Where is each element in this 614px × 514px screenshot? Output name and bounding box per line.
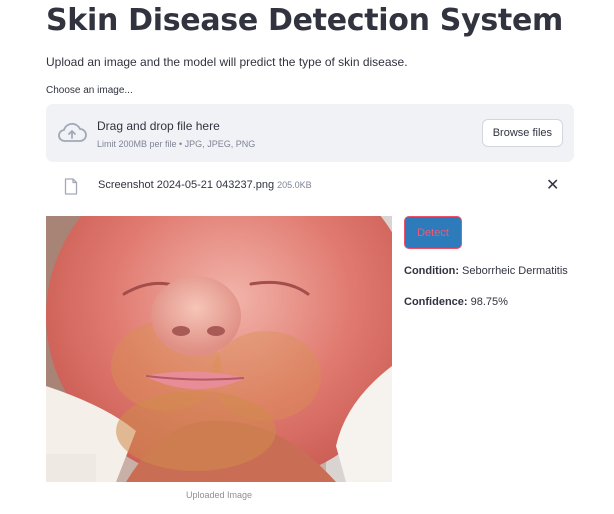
page-subtitle: Upload an image and the model will predi… xyxy=(46,55,408,69)
image-caption: Uploaded Image xyxy=(185,490,253,500)
uploader-label: Choose an image... xyxy=(46,85,133,96)
remove-file-button[interactable]: ✕ xyxy=(546,176,559,196)
browse-files-button[interactable]: Browse files xyxy=(481,119,563,147)
dropzone-title: Drag and drop file here xyxy=(97,119,220,133)
infant-face-photo xyxy=(46,216,392,482)
file-icon xyxy=(64,178,78,195)
file-name-text: Screenshot 2024-05-21 043237.png xyxy=(98,179,275,191)
confidence-value: 98.75% xyxy=(470,296,508,308)
condition-result: Condition: Seborrheic Dermatitis xyxy=(404,265,568,277)
detect-button[interactable]: Detect xyxy=(404,216,462,249)
uploaded-image xyxy=(46,216,392,482)
dropzone-limits: Limit 200MB per file • JPG, JPEG, PNG xyxy=(97,139,256,149)
cloud-upload-icon xyxy=(58,122,87,142)
uploaded-file-name: Screenshot 2024-05-21 043237.png 205.0KB xyxy=(98,179,312,191)
confidence-label: Confidence: xyxy=(404,296,468,308)
condition-value: Seborrheic Dermatitis xyxy=(462,265,568,277)
file-size: 205.0KB xyxy=(277,180,312,190)
page-title: Skin Disease Detection System xyxy=(46,3,563,38)
condition-label: Condition: xyxy=(404,265,459,277)
file-dropzone[interactable]: Drag and drop file here Limit 200MB per … xyxy=(46,104,574,162)
confidence-result: Confidence: 98.75% xyxy=(404,296,508,308)
